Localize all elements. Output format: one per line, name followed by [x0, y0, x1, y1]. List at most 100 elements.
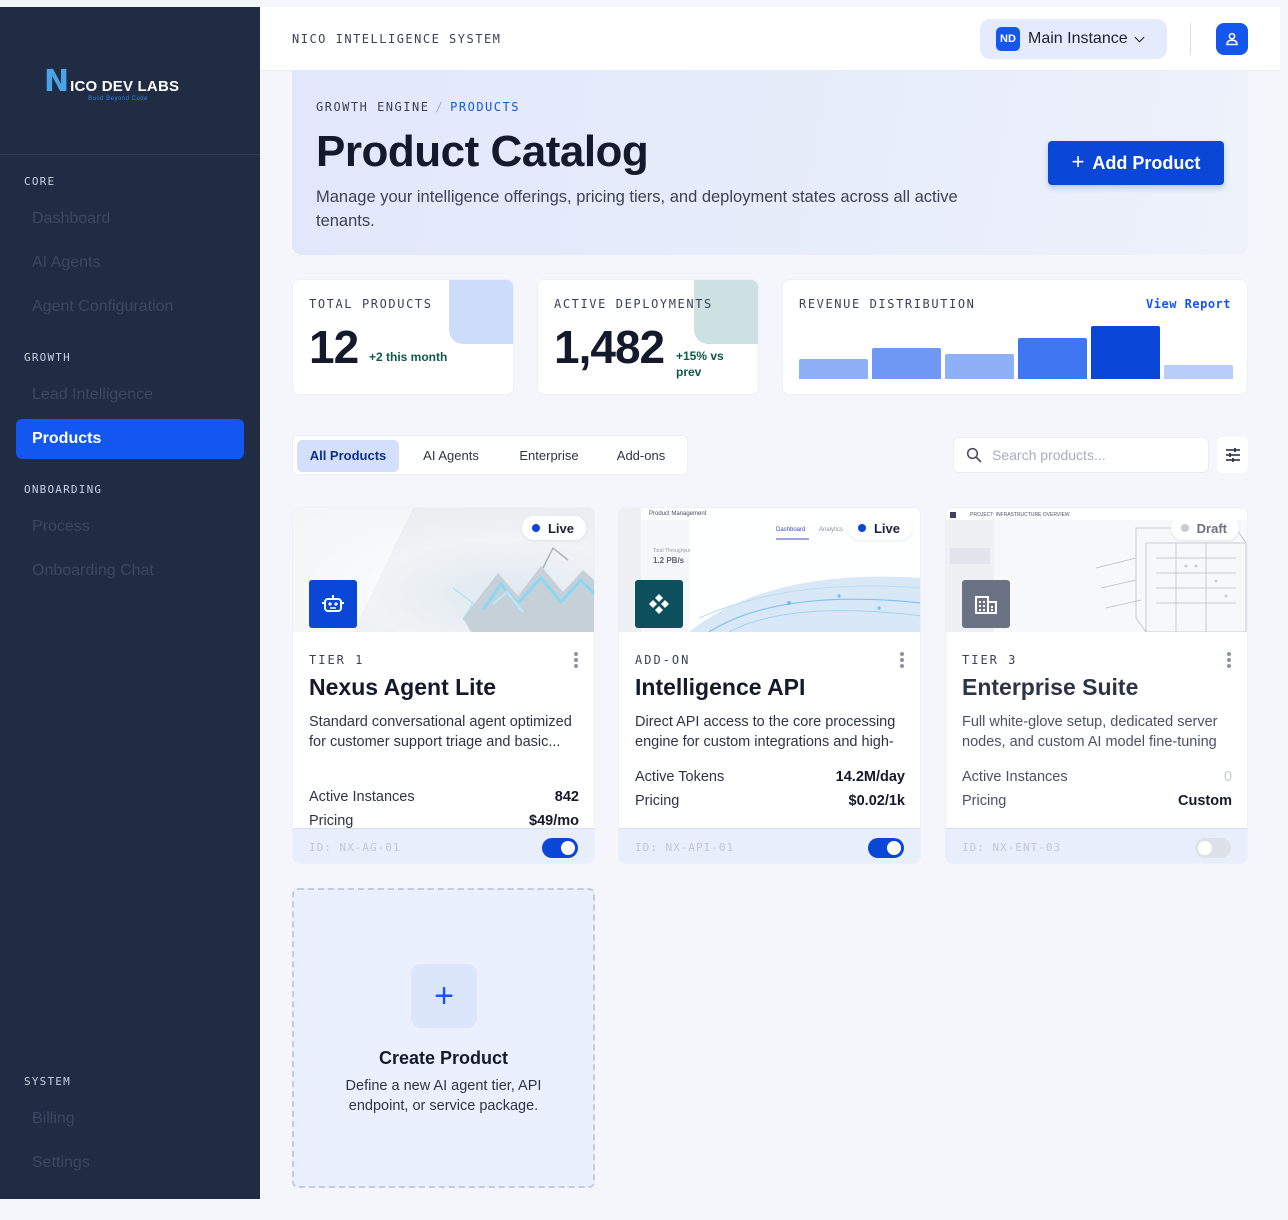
sidebar-item-ai-agents[interactable]: AI Agents — [16, 243, 244, 283]
status-dot — [857, 524, 866, 532]
product-description: Direct API access to the core processing… — [635, 714, 896, 750]
search-box — [953, 437, 1209, 473]
product-metric-row: Active Tokens 14.2M/day — [635, 769, 905, 785]
view-report-link[interactable]: View Report — [1146, 297, 1231, 311]
tab-ai-agents[interactable]: AI Agents — [403, 440, 499, 472]
logo-letter: N — [44, 64, 69, 99]
stat-total-products: TOTAL PRODUCTS 12 +2 this month — [292, 279, 514, 395]
preview-tab-dashboard: Dashboard — [776, 527, 806, 533]
sidebar-item-dashboard[interactable]: Dashboard — [16, 199, 244, 239]
product-id: ID: NX-ENT-03 — [962, 841, 1062, 854]
sliders-icon — [1225, 448, 1240, 462]
product-description: Standard conversational agent optimized … — [309, 714, 572, 750]
chart-title: REVENUE DISTRIBUTION — [799, 297, 976, 311]
plus-icon: + — [411, 964, 477, 1028]
product-icon-tile — [962, 580, 1010, 628]
instance-badge: ND — [996, 27, 1020, 51]
revenue-chart — [799, 324, 1233, 379]
breadcrumb-parent[interactable]: GROWTH ENGINE — [316, 100, 429, 114]
breadcrumb: GROWTH ENGINE / PRODUCTS — [316, 100, 520, 114]
product-id: ID: NX-API-01 — [635, 841, 735, 854]
stat-active-deployments: ACTIVE DEPLOYMENTS 1,482 +15% vs prev — [537, 279, 759, 395]
breadcrumb-current: PRODUCTS — [450, 100, 520, 114]
metric-value: Custom — [1178, 793, 1232, 809]
metric-value: 14.2M/day — [835, 769, 905, 785]
product-enabled-toggle[interactable] — [1195, 838, 1231, 858]
sidebar: N ICO DEV LABS Build Beyond Code CORE Da… — [0, 7, 260, 1199]
more-options-icon[interactable] — [900, 652, 904, 668]
product-enabled-toggle[interactable] — [868, 838, 904, 858]
logo-name: ICO DEV LABS — [70, 78, 180, 95]
sidebar-item-settings[interactable]: Settings — [16, 1143, 244, 1183]
card-footer: ID: NX-AG-01 — [293, 828, 594, 863]
product-icon-tile — [635, 580, 683, 628]
metric-label: Pricing — [309, 813, 354, 828]
nav-section-growth: GROWTH — [24, 351, 71, 364]
preview-metric-value: 1.2 PB/s — [653, 556, 685, 565]
preview-tab-analytics: Analytics — [819, 527, 844, 533]
stat-decoration — [694, 280, 758, 344]
search-input[interactable] — [992, 447, 1192, 463]
instance-switcher[interactable]: ND Main Instance — [980, 19, 1167, 59]
filter-tabs: All Products AI Agents Enterprise Add-on… — [292, 435, 688, 475]
metric-label: Active Tokens — [635, 769, 725, 785]
add-product-button[interactable]: + Add Product — [1048, 141, 1224, 185]
tab-all-products[interactable]: All Products — [297, 440, 399, 472]
robot-icon — [322, 595, 344, 612]
create-product-card[interactable]: + Create Product Define a new AI agent t… — [292, 888, 595, 1188]
user-icon — [1226, 32, 1238, 46]
product-tier: ADD-ON — [635, 653, 691, 667]
preview-metric-label: Total Throughput — [653, 548, 691, 554]
product-description: Full white-glove setup, dedicated server… — [962, 714, 1218, 750]
status-label: Draft — [1196, 520, 1227, 536]
stat-delta: +2 this month — [369, 350, 448, 364]
revenue-bar-6 — [1164, 365, 1233, 379]
product-card-enterprise-suite[interactable]: PROJECT: INFRASTRUCTURE OVERVIEW Draft T… — [945, 507, 1248, 864]
card-footer: ID: NX-API-01 — [619, 828, 920, 863]
tab-enterprise[interactable]: Enterprise — [503, 440, 595, 472]
create-product-subtitle: Define a new AI agent tier, API endpoint… — [345, 1078, 542, 1114]
create-product-title: Create Product — [378, 1048, 509, 1068]
api-nodes-icon — [649, 594, 669, 614]
topbar: NICO INTELLIGENCE SYSTEM ND Main Instanc… — [260, 7, 1280, 71]
sidebar-item-products[interactable]: Products — [16, 419, 244, 459]
metric-value: $0.02/1k — [848, 793, 905, 809]
page-subtitle: Manage your intelligence offerings, pric… — [316, 188, 958, 230]
revenue-bar-5 — [1091, 326, 1160, 379]
product-card-nexus-agent-lite[interactable]: Live TIER 1 Nexus Agent Lite Standard co… — [292, 507, 595, 864]
metric-value: $49/mo — [529, 813, 579, 828]
metric-label: Active Instances — [962, 769, 1068, 785]
sidebar-item-billing[interactable]: Billing — [16, 1099, 244, 1139]
tab-add-ons[interactable]: Add-ons — [599, 440, 683, 472]
logo-tagline: Build Beyond Code — [88, 96, 148, 102]
filter-settings-button[interactable] — [1217, 437, 1248, 473]
sidebar-item-lead-intelligence[interactable]: Lead Intelligence — [16, 375, 244, 415]
metric-label: Pricing — [635, 793, 680, 809]
nav-section-core: CORE — [24, 175, 56, 188]
more-options-icon[interactable] — [574, 652, 578, 668]
building-icon — [975, 596, 997, 614]
product-card-intelligence-api[interactable]: Product Management Dashboard Analytics T… — [618, 507, 921, 864]
logo[interactable]: N ICO DEV LABS Build Beyond Code — [44, 67, 179, 103]
topbar-divider — [1190, 23, 1191, 55]
product-metric-row: Active Instances 0 — [962, 769, 1232, 785]
user-menu-button[interactable] — [1216, 23, 1248, 55]
product-metric-row: Pricing $0.02/1k — [635, 793, 905, 809]
sidebar-item-process[interactable]: Process — [16, 507, 244, 547]
metric-value: 0 — [1223, 769, 1232, 785]
add-product-label: Add Product — [1092, 152, 1201, 173]
page-title: Product Catalog — [316, 127, 649, 176]
revenue-bar-1 — [799, 359, 868, 379]
product-id: ID: NX-AG-01 — [309, 841, 401, 854]
more-options-icon[interactable] — [1227, 652, 1231, 668]
breadcrumb-separator: / — [435, 100, 445, 114]
nav-section-onboarding: ONBOARDING — [24, 483, 103, 496]
sidebar-item-agent-configuration[interactable]: Agent Configuration — [16, 287, 244, 327]
revenue-bar-4 — [1018, 338, 1087, 379]
stat-label: ACTIVE DEPLOYMENTS — [554, 297, 713, 311]
product-enabled-toggle[interactable] — [542, 838, 578, 858]
revenue-bar-3 — [945, 354, 1014, 379]
product-metric-row: Pricing $49/mo — [309, 813, 579, 828]
product-title: Nexus Agent Lite — [309, 674, 497, 700]
sidebar-item-onboarding-chat[interactable]: Onboarding Chat — [16, 551, 244, 591]
